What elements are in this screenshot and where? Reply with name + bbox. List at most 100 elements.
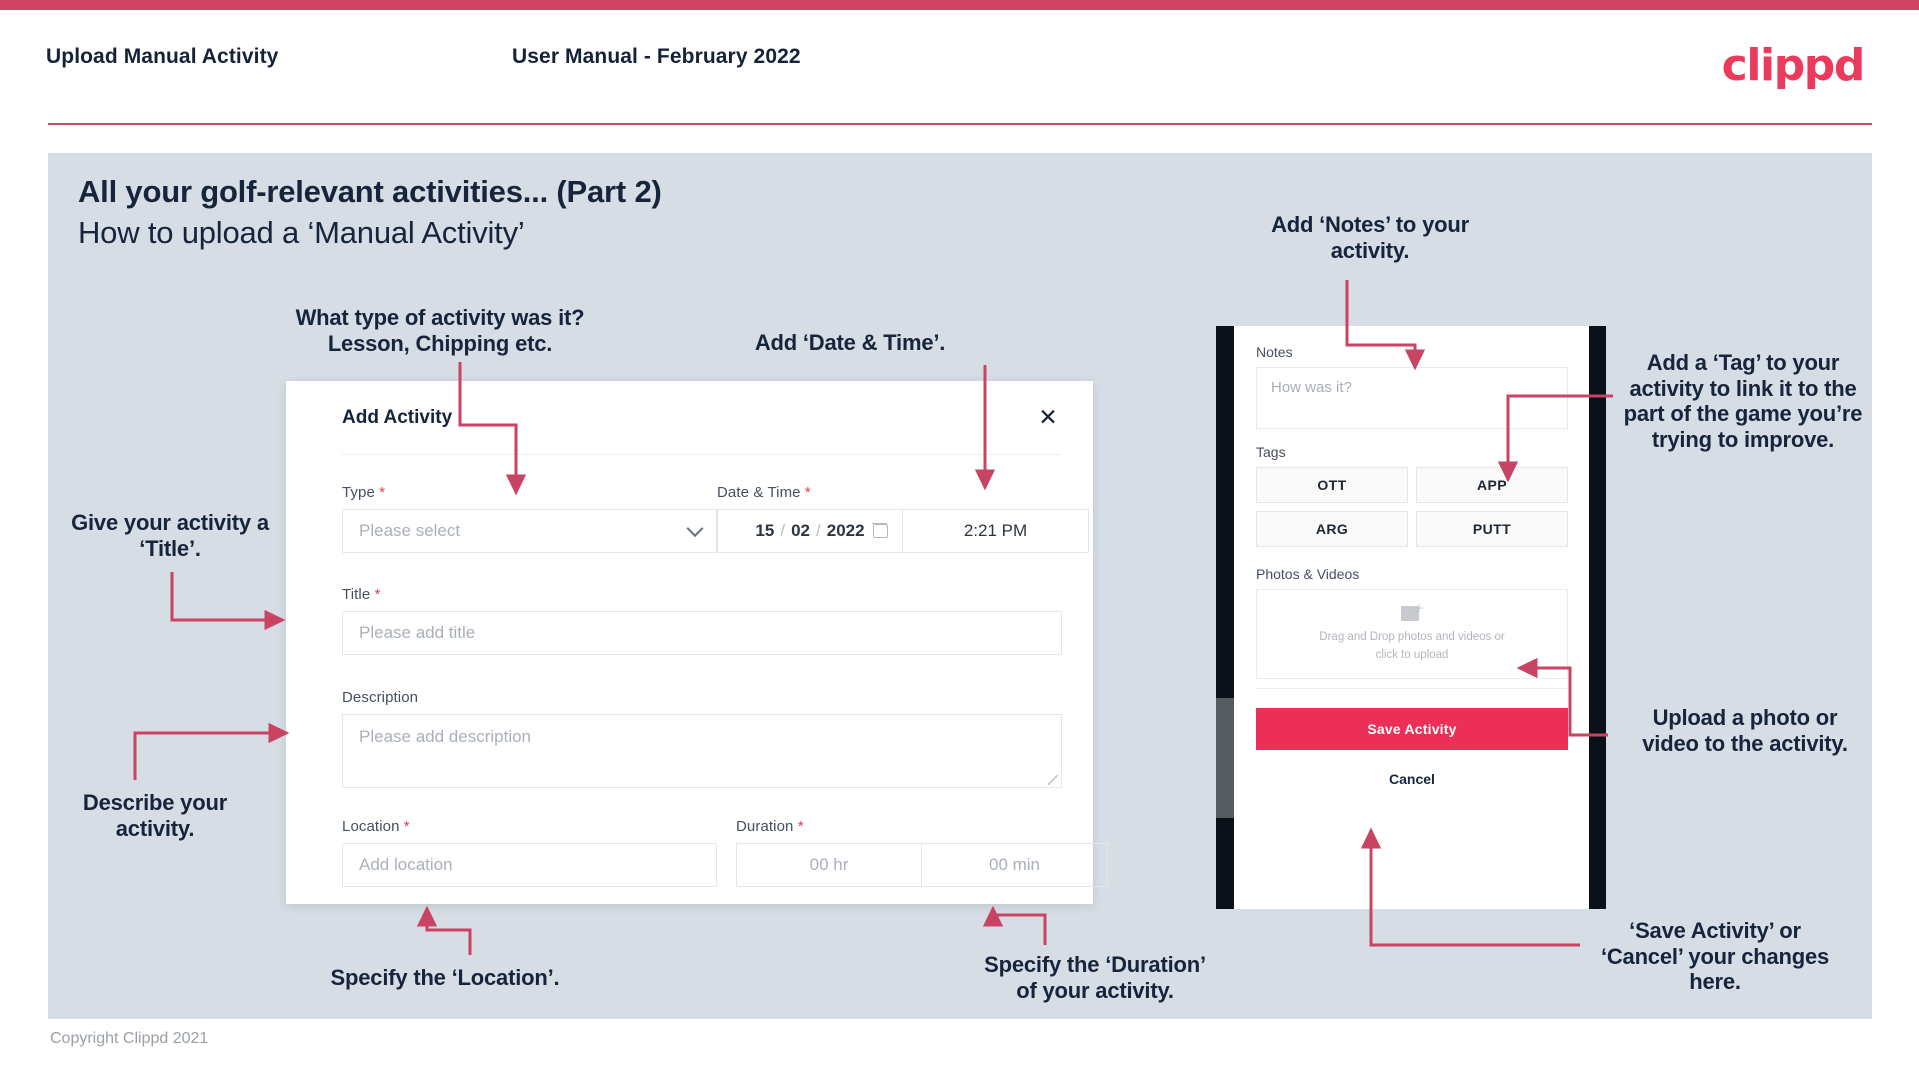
- datetime-inputs: 15 / 02 / 2022 2:21 PM: [717, 509, 1089, 553]
- annotation-duration: Specify the ‘Duration’ of your activity.: [950, 952, 1240, 1003]
- location-required-marker: *: [403, 818, 410, 835]
- title-required-marker: *: [374, 586, 381, 603]
- notes-placeholder: How was it?: [1271, 379, 1352, 396]
- annotation-description-line1: Describe your: [82, 790, 228, 815]
- annotation-description: Describe your activity.: [30, 790, 280, 841]
- title-placeholder: Please add title: [359, 623, 476, 642]
- tag-button-putt[interactable]: PUTT: [1416, 511, 1568, 547]
- add-image-icon-plus: +: [1414, 601, 1425, 616]
- location-placeholder: Add location: [359, 855, 453, 874]
- tag-button-app[interactable]: APP: [1416, 467, 1568, 503]
- date-month: 02: [791, 521, 810, 540]
- annotation-description-line2: activity.: [115, 815, 195, 841]
- annotation-title-line2: ‘Title’.: [139, 535, 201, 561]
- cancel-button[interactable]: Cancel: [1256, 764, 1568, 794]
- annotation-save: ‘Save Activity’ or ‘Cancel’ your changes…: [1570, 918, 1860, 995]
- title-field-group: Title * Please add title: [342, 586, 1062, 655]
- duration-hours-placeholder: 00 hr: [809, 855, 849, 874]
- time-input[interactable]: 2:21 PM: [903, 509, 1089, 553]
- annotation-location: Specify the ‘Location’.: [330, 965, 560, 990]
- tags-label: Tags: [1256, 444, 1286, 460]
- dropzone-text: Drag and Drop photos and videos or click…: [1319, 629, 1504, 664]
- photos-field-group: Photos & Videos + Drag and Drop photos a…: [1256, 566, 1568, 679]
- type-required-marker: *: [379, 484, 386, 501]
- location-label: Location *: [342, 818, 717, 835]
- annotation-notes-line2: activity.: [1330, 237, 1410, 263]
- slide-page: Upload Manual Activity User Manual - Feb…: [0, 0, 1919, 1079]
- resize-handle-icon[interactable]: [1048, 775, 1058, 785]
- annotation-duration-line1: Specify the ‘Duration’: [984, 952, 1206, 977]
- header-divider: [48, 123, 1872, 125]
- duration-inputs: 00 hr 00 min: [736, 843, 1108, 887]
- type-select[interactable]: Please select: [342, 509, 717, 553]
- annotation-notes-line1: Add ‘Notes’ to your: [1271, 212, 1469, 237]
- annotation-notes: Add ‘Notes’ to your activity.: [1230, 212, 1510, 263]
- type-datetime-row: Type * Please select Date & Time * 15 / …: [342, 484, 1089, 553]
- type-label: Type *: [342, 484, 717, 501]
- type-select-display[interactable]: Please select: [342, 509, 717, 553]
- datetime-required-marker: *: [804, 484, 811, 501]
- duration-minutes-placeholder: 00 min: [988, 855, 1041, 874]
- annotation-upload: Upload a photo or video to the activity.: [1620, 705, 1870, 756]
- annotation-duration-line2: of your activity.: [1016, 977, 1174, 1003]
- tags-grid: OTT APP ARG PUTT: [1256, 467, 1568, 547]
- date-sep-1: /: [780, 521, 786, 540]
- slide-heading: All your golf-relevant activities... (Pa…: [78, 174, 662, 209]
- phone-volume-button: [1216, 698, 1234, 818]
- dropzone-line1: Drag and Drop photos and videos or: [1319, 631, 1505, 644]
- duration-field-group: Duration * 00 hr 00 min: [736, 818, 1108, 887]
- duration-hours-input[interactable]: 00 hr: [736, 843, 922, 887]
- dialog-header-divider: [342, 454, 1062, 455]
- duration-minutes-input[interactable]: 00 min: [922, 843, 1108, 887]
- annotation-datetime: Add ‘Date & Time’.: [754, 330, 946, 355]
- location-field-group: Location * Add location: [342, 818, 717, 887]
- title-input[interactable]: Please add title: [342, 611, 1062, 655]
- duration-label-text: Duration: [736, 818, 794, 835]
- type-field-group: Type * Please select: [342, 484, 717, 553]
- tags-field-group: Tags OTT APP ARG PUTT: [1256, 444, 1568, 547]
- phone-divider: [1256, 688, 1568, 689]
- close-icon[interactable]: ✕: [1031, 401, 1065, 435]
- title-label-text: Title: [342, 586, 371, 603]
- page-subtitle: User Manual - February 2022: [512, 45, 801, 68]
- dropzone-line2: click to upload: [1375, 648, 1449, 661]
- tag-button-ott[interactable]: OTT: [1256, 467, 1408, 503]
- photos-label: Photos & Videos: [1256, 566, 1360, 582]
- calendar-icon[interactable]: [872, 523, 888, 538]
- annotation-title: Give your activity a ‘Title’.: [30, 510, 310, 561]
- notes-label: Notes: [1256, 344, 1293, 360]
- datetime-field-group: Date & Time * 15 / 02 / 2022 2:21 PM: [717, 484, 1089, 553]
- phone-mockup: Notes How was it? Tags OTT APP ARG PUTT …: [1216, 326, 1606, 909]
- save-activity-button[interactable]: Save Activity: [1256, 708, 1568, 750]
- annotation-save-line2: ‘Cancel’ your changes: [1600, 943, 1830, 969]
- type-placeholder: Please select: [359, 521, 461, 540]
- location-label-text: Location: [342, 818, 400, 835]
- slide-subheading: How to upload a ‘Manual Activity’: [78, 215, 525, 250]
- notes-textarea[interactable]: How was it?: [1256, 367, 1568, 429]
- time-value: 2:21 PM: [963, 521, 1028, 540]
- annotation-save-line3: here.: [1689, 969, 1741, 995]
- annotation-tag: Add a ‘Tag’ to your activity to link it …: [1623, 350, 1863, 452]
- annotation-upload-line2: video to the activity.: [1642, 730, 1848, 756]
- add-image-icon: +: [1401, 601, 1425, 623]
- annotation-upload-line1: Upload a photo or: [1652, 705, 1838, 730]
- location-input[interactable]: Add location: [342, 843, 717, 887]
- description-placeholder: Please add description: [359, 727, 532, 746]
- page-title: Upload Manual Activity: [46, 45, 279, 68]
- description-textarea[interactable]: Please add description: [342, 714, 1062, 788]
- phone-left-bezel: [1216, 326, 1234, 909]
- phone-right-bezel: [1589, 326, 1606, 909]
- annotation-type-line2: Lesson, Chipping etc.: [327, 330, 553, 356]
- tag-button-arg[interactable]: ARG: [1256, 511, 1408, 547]
- date-input[interactable]: 15 / 02 / 2022: [717, 509, 903, 553]
- date-day: 15: [755, 521, 775, 540]
- phone-screen: Notes How was it? Tags OTT APP ARG PUTT …: [1234, 326, 1589, 909]
- notes-field-group: Notes How was it?: [1256, 344, 1568, 429]
- annotation-type-line1: What type of activity was it?: [295, 305, 585, 330]
- clippd-logo: clippd: [1721, 40, 1866, 91]
- annotation-save-line1: ‘Save Activity’ or: [1629, 918, 1801, 943]
- description-field-group: Description Please add description: [342, 689, 1062, 788]
- photo-dropzone[interactable]: + Drag and Drop photos and videos or cli…: [1256, 589, 1568, 679]
- date-sep-2: /: [816, 521, 821, 540]
- footer-copyright: Copyright Clippd 2021: [50, 1030, 209, 1047]
